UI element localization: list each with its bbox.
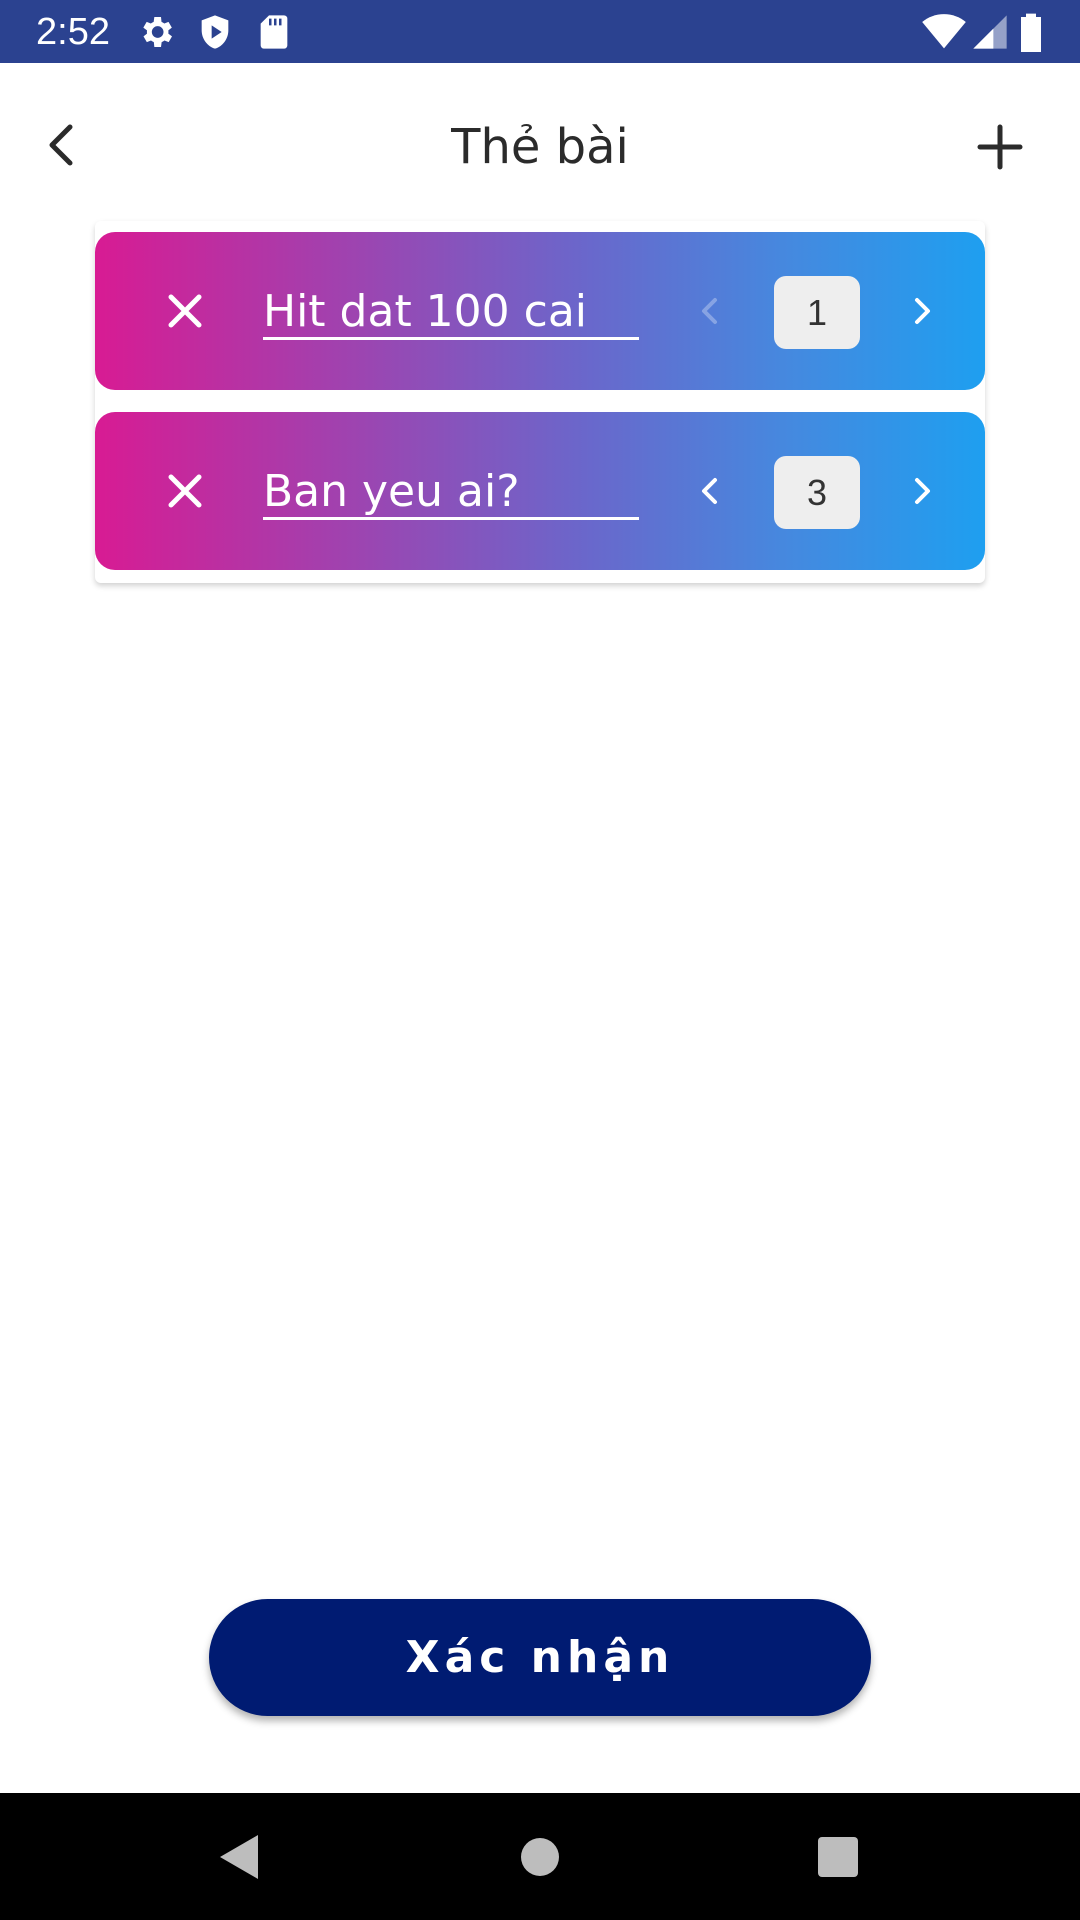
sd-card-icon [254, 12, 294, 52]
signal-icon [970, 12, 1010, 52]
status-bar: 2:52 [0, 0, 1080, 63]
gear-icon [136, 12, 176, 52]
increase-count-button[interactable] [895, 284, 949, 338]
app-bar: Thẻ bài [0, 63, 1080, 223]
recents-square-icon [806, 1837, 870, 1893]
status-time: 2:52 [36, 11, 110, 53]
card-item: Ban yeu ai? 3 [95, 412, 985, 570]
count-value[interactable]: 1 [774, 276, 860, 349]
remove-card-button[interactable] [150, 456, 220, 526]
card-item: Hit dat 100 cai 1 [95, 232, 985, 390]
remove-card-button[interactable] [150, 276, 220, 346]
decrease-count-button[interactable] [683, 464, 737, 518]
back-triangle-icon [208, 1835, 272, 1893]
nav-back-button[interactable] [208, 1825, 272, 1889]
shield-play-icon [195, 12, 235, 52]
confirm-button[interactable]: Xác nhận [209, 1599, 871, 1716]
close-icon [150, 294, 220, 350]
page-title: Thẻ bài [451, 119, 629, 175]
nav-recents-button[interactable] [806, 1825, 870, 1889]
close-icon [150, 474, 220, 530]
card-list: Hit dat 100 cai 1 Ban yeu ai? 3 [95, 221, 985, 583]
add-card-button[interactable] [966, 113, 1034, 181]
nav-home-button[interactable] [508, 1825, 572, 1889]
chevron-left-icon [683, 298, 737, 342]
increase-count-button[interactable] [895, 464, 949, 518]
count-value[interactable]: 3 [774, 456, 860, 529]
card-name-field[interactable]: Hit dat 100 cai [263, 284, 639, 340]
navigation-bar [0, 1793, 1080, 1920]
battery-icon [1016, 12, 1046, 52]
chevron-left-icon [683, 478, 737, 522]
plus-icon [966, 124, 1034, 185]
home-circle-icon [508, 1838, 572, 1893]
chevron-right-icon [895, 478, 949, 522]
decrease-count-button[interactable] [683, 284, 737, 338]
chevron-right-icon [895, 298, 949, 342]
wifi-icon [922, 12, 966, 52]
card-name-field[interactable]: Ban yeu ai? [263, 464, 639, 520]
